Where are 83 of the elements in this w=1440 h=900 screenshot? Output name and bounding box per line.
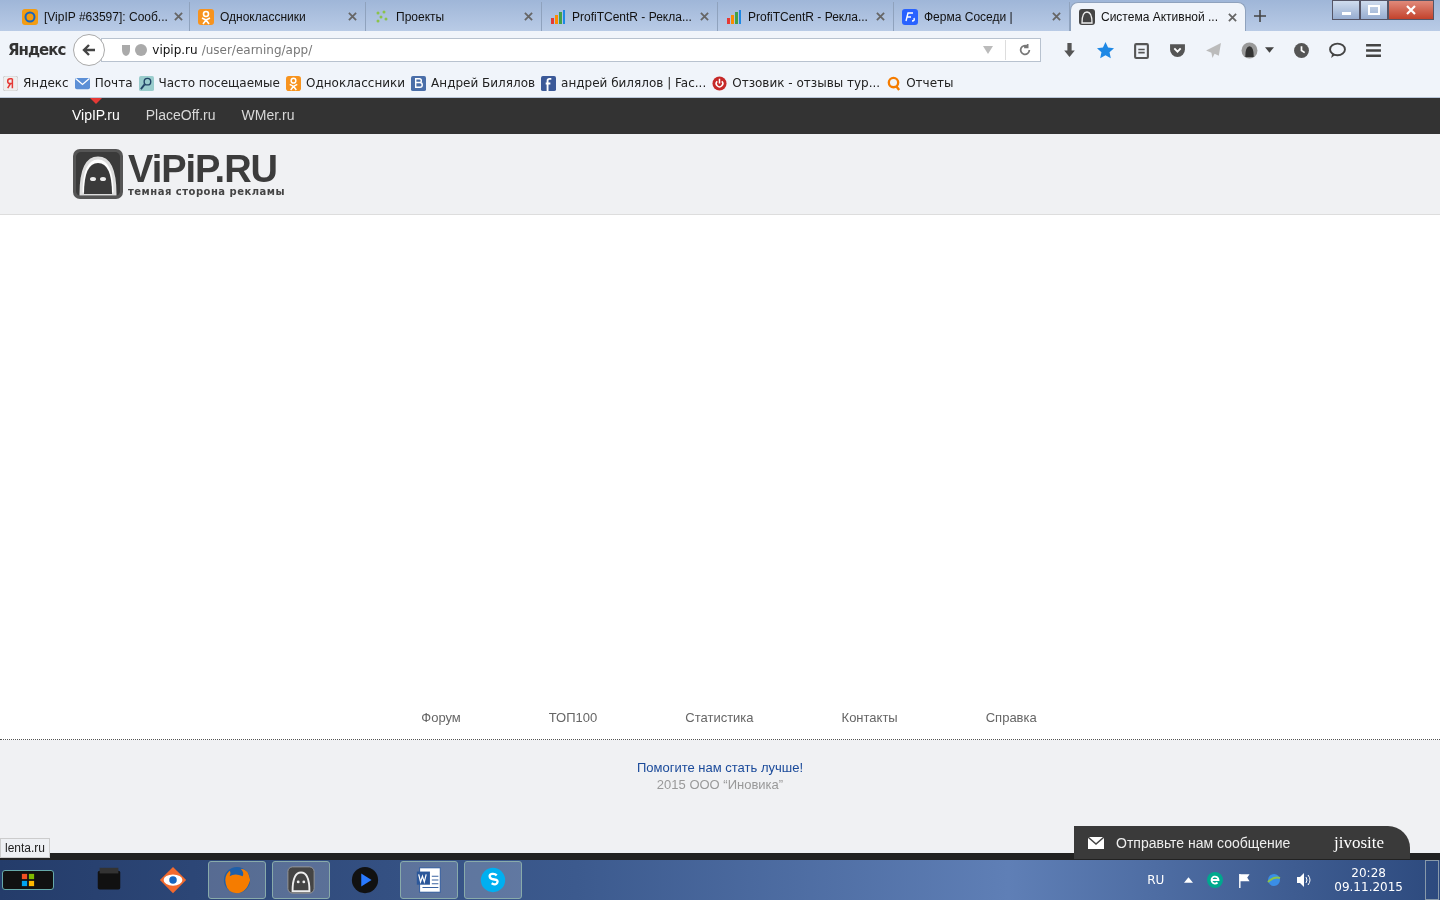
close-button[interactable] bbox=[1388, 0, 1434, 20]
chat-brand: jivosite bbox=[1333, 832, 1384, 853]
power-icon bbox=[712, 75, 728, 91]
envelope-icon bbox=[1088, 836, 1104, 849]
clock-time[interactable]: 20:28 bbox=[1351, 866, 1386, 880]
letter-s-icon bbox=[478, 865, 508, 895]
close-icon bbox=[1406, 5, 1416, 15]
close-tab-icon[interactable] bbox=[524, 12, 533, 21]
bookmark-link[interactable]: Почта bbox=[74, 75, 133, 91]
maximize-button[interactable] bbox=[1360, 0, 1388, 20]
search-engine-logo[interactable]: Яндекс bbox=[8, 41, 66, 59]
footer-link[interactable]: ТОП100 bbox=[548, 710, 598, 725]
letter-ya-icon bbox=[3, 75, 18, 91]
bookmark-link[interactable]: Одноклассники bbox=[286, 75, 406, 91]
clipboard-list-icon[interactable] bbox=[1133, 41, 1151, 59]
taskbar-app-button[interactable] bbox=[272, 861, 330, 899]
chat-widget[interactable]: Отправьте нам сообщение jivosite bbox=[1074, 826, 1410, 859]
bookmark-link[interactable]: Часто посещаемые bbox=[138, 75, 280, 91]
windows-logo-icon bbox=[21, 873, 35, 887]
start-button[interactable] bbox=[2, 870, 54, 890]
caret-icon[interactable] bbox=[1265, 47, 1275, 53]
close-tab-icon[interactable] bbox=[1052, 12, 1061, 21]
footer-link[interactable]: Форум bbox=[421, 710, 461, 725]
fox-globe-icon bbox=[222, 865, 252, 895]
shield-globe-icon bbox=[120, 43, 149, 57]
bookmark-link[interactable]: Отчеты bbox=[886, 75, 954, 91]
footer-link[interactable]: Контакты bbox=[841, 710, 898, 725]
hooded-figure-icon[interactable] bbox=[1241, 41, 1259, 59]
browser-tab[interactable]: Система Активной ... bbox=[1070, 2, 1246, 31]
document-icon bbox=[414, 865, 444, 895]
network-globe-icon[interactable] bbox=[1266, 872, 1283, 888]
close-tab-icon[interactable] bbox=[1228, 12, 1237, 22]
letter-b-icon bbox=[411, 75, 427, 91]
minimize-button[interactable] bbox=[1332, 0, 1360, 20]
bookmark-link[interactable]: Отзовик - отзывы тур... bbox=[712, 75, 881, 91]
footer-link[interactable]: Статистика bbox=[685, 710, 754, 725]
feedback-link[interactable]: Помогите нам стать лучше! bbox=[636, 760, 804, 775]
play-icon bbox=[350, 865, 380, 895]
logo-title: ViPiP.RU bbox=[128, 151, 277, 186]
show-desktop-button[interactable] bbox=[1425, 860, 1439, 900]
bookmark-link[interactable]: Яндекс bbox=[3, 75, 69, 91]
status-url: lenta.ru bbox=[0, 838, 51, 858]
eye-icon bbox=[158, 865, 188, 895]
new-tab-icon[interactable] bbox=[1254, 10, 1266, 22]
address-bar[interactable]: vipip.ru /user/earning/app/ bbox=[101, 38, 1042, 62]
close-tab-icon[interactable] bbox=[876, 12, 885, 21]
site-nav-link[interactable]: PlaceOff.ru bbox=[145, 98, 216, 123]
reload-icon[interactable] bbox=[1018, 43, 1033, 57]
bookmark-link[interactable]: Андрей Билялов bbox=[411, 75, 536, 91]
magnifier-icon bbox=[138, 75, 154, 91]
tray-arrow-icon[interactable] bbox=[1184, 877, 1194, 883]
letter-e-icon[interactable] bbox=[1207, 872, 1224, 888]
clock-date[interactable]: 09.11.2015 bbox=[1334, 880, 1403, 894]
language-indicator[interactable]: RU bbox=[1147, 873, 1165, 887]
bar-chart-icon bbox=[550, 8, 566, 25]
letters-icon bbox=[902, 8, 918, 25]
copyright-text: 2015 ООО “Иновика” bbox=[656, 777, 784, 792]
history-icon[interactable] bbox=[1293, 41, 1311, 59]
close-tab-icon[interactable] bbox=[173, 12, 183, 21]
dots-icon bbox=[374, 8, 390, 25]
pocket-icon[interactable] bbox=[1169, 41, 1187, 59]
back-arrow-icon bbox=[81, 42, 98, 58]
bookmark-link[interactable]: андрей билялов | Fac... bbox=[541, 75, 707, 91]
person-icon bbox=[286, 75, 301, 91]
hooded-figure-icon bbox=[1079, 9, 1095, 25]
footer-link[interactable]: Справка bbox=[985, 710, 1037, 725]
hooded-figure-icon bbox=[286, 865, 316, 895]
letter-f-icon bbox=[541, 75, 557, 91]
logo-tagline: темная сторона рекламы bbox=[128, 185, 286, 197]
close-tab-icon[interactable] bbox=[700, 12, 709, 21]
envelope-icon bbox=[74, 75, 90, 91]
person-icon bbox=[198, 8, 214, 25]
close-tab-icon[interactable] bbox=[348, 12, 357, 21]
speaker-icon[interactable] bbox=[1296, 872, 1313, 888]
site-nav-link[interactable]: VipIP.ru bbox=[72, 98, 120, 123]
hooded-figure-logo-icon bbox=[72, 148, 124, 200]
back-button[interactable] bbox=[73, 34, 106, 66]
bar-chart-icon bbox=[726, 8, 742, 25]
site-nav-link[interactable]: WMer.ru bbox=[241, 98, 295, 123]
taskbar-app-button[interactable] bbox=[400, 861, 458, 899]
menu-icon[interactable] bbox=[1365, 41, 1383, 59]
star-icon[interactable] bbox=[1097, 41, 1115, 59]
chat-label: Отправьте нам сообщение bbox=[1116, 834, 1292, 851]
